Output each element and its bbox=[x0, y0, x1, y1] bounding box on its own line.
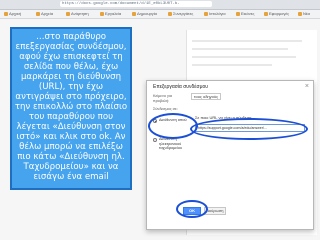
bookmark-icon bbox=[36, 11, 40, 16]
bookmark-item[interactable]: Ανάρτηση bbox=[66, 11, 89, 16]
bookmark-label: Εικόνες bbox=[241, 11, 255, 16]
bookmark-icon bbox=[168, 11, 172, 16]
bookmark-item[interactable]: Αρχεία bbox=[36, 11, 53, 16]
bookmark-label: Συνεργάτες bbox=[173, 11, 194, 16]
bookmark-item[interactable]: Νέα bbox=[298, 11, 310, 16]
document-text-line bbox=[192, 64, 272, 66]
bookmark-item[interactable]: Ιστολόγια bbox=[204, 11, 226, 16]
highlight-ring-url-input bbox=[190, 118, 308, 140]
text-to-display-input[interactable]: τους οδηγούς bbox=[191, 93, 221, 100]
bookmark-icon bbox=[4, 11, 8, 16]
bookmark-label: Ανάρτηση bbox=[71, 11, 89, 16]
address-bar[interactable]: https://docs.google.com/document/d/1E_e0… bbox=[60, 1, 212, 7]
bookmarks-bar: Αρχική Αρχεία Ανάρτηση Εργαλεία Δημιουργ… bbox=[0, 10, 320, 19]
edit-link-dialog: Επεξεργασία συνδέσμου × Κείμενο για προβ… bbox=[146, 80, 314, 230]
bookmark-icon bbox=[264, 11, 268, 16]
bookmark-label: Δημιουργία bbox=[137, 11, 157, 16]
bookmark-label: Εφαρμογές bbox=[269, 11, 290, 16]
email-address-label: Διεύθυνση ηλεκτρονικού ταχυδρομείου bbox=[159, 137, 183, 150]
instruction-callout: …στο παράθυρο επεξεργασίας συνδέσμου, αφ… bbox=[10, 27, 132, 190]
document-text-line bbox=[192, 56, 296, 58]
bookmark-icon bbox=[66, 11, 70, 16]
bookmark-item[interactable]: Συνεργάτες bbox=[168, 11, 193, 16]
bookmark-label: Αρχική bbox=[9, 11, 22, 16]
instruction-text: …στο παράθυρο επεξεργασίας συνδέσμου, αφ… bbox=[14, 32, 128, 182]
bookmark-item[interactable]: Αρχική bbox=[4, 11, 21, 16]
bookmark-icon bbox=[298, 11, 302, 16]
close-icon[interactable]: × bbox=[305, 83, 309, 90]
bookmark-icon bbox=[204, 11, 208, 16]
bookmark-item[interactable]: Δημιουργία bbox=[132, 11, 157, 16]
text-to-display-label: Κείμενο για προβολή: bbox=[153, 94, 172, 103]
email-address-radio[interactable] bbox=[153, 138, 157, 142]
bookmark-item[interactable]: Εργαλεία bbox=[100, 11, 121, 16]
bookmark-icon bbox=[132, 11, 136, 16]
bookmark-icon bbox=[100, 11, 104, 16]
browser-toolbar: https://docs.google.com/document/d/1E_e0… bbox=[0, 0, 320, 10]
document-text-line bbox=[192, 48, 288, 50]
bookmark-item[interactable]: Εικόνες bbox=[236, 11, 254, 16]
highlight-ring-ok-button bbox=[176, 200, 208, 218]
bookmark-label: Ιστολόγια bbox=[209, 11, 226, 16]
bookmark-item[interactable]: Εφαρμογές bbox=[264, 11, 289, 16]
bookmark-label: Αρχεία bbox=[41, 11, 54, 16]
dialog-title: Επεξεργασία συνδέσμου bbox=[153, 84, 209, 90]
bookmark-label: Εργαλεία bbox=[105, 11, 122, 16]
link-to-label: Σύνδεσμος σε: bbox=[153, 107, 178, 111]
bookmark-icon bbox=[236, 11, 240, 16]
document-text-line bbox=[192, 40, 302, 42]
bookmark-label: Νέα bbox=[303, 11, 310, 16]
